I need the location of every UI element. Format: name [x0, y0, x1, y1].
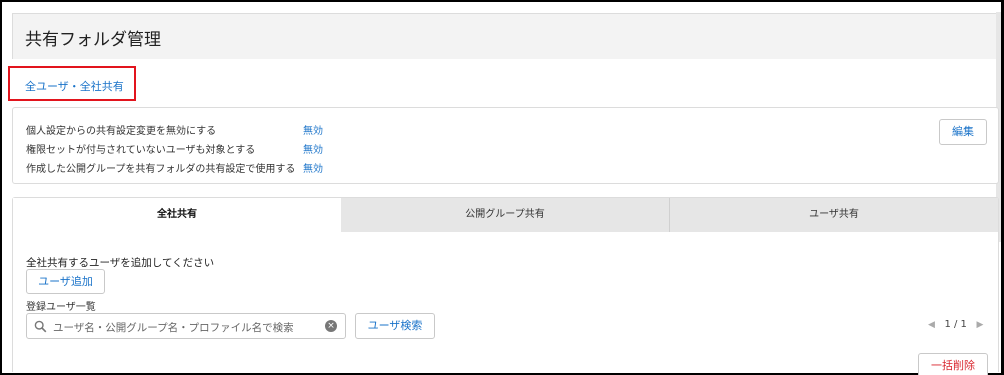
- instruction-text: 全社共有するユーザを追加してください: [26, 257, 215, 269]
- add-user-button[interactable]: ユーザ追加: [26, 269, 105, 294]
- page-header: 共有フォルダ管理: [12, 13, 999, 59]
- edit-button[interactable]: 編集: [939, 119, 987, 145]
- tab-public-group-share[interactable]: 公開グループ共有: [341, 198, 669, 232]
- tab-bar: 全社共有 公開グループ共有 ユーザ共有: [13, 198, 998, 232]
- registered-users-label: 登録ユーザ一覧: [26, 302, 96, 313]
- chevron-left-icon[interactable]: ◀: [928, 320, 935, 330]
- user-search-button[interactable]: ユーザ検索: [355, 313, 435, 339]
- bulk-delete-button[interactable]: 一括削除: [918, 353, 988, 375]
- search-placeholder: ユーザ名・公開グループ名・プロファイル名で検索: [53, 322, 294, 334]
- page-title: 共有フォルダ管理: [25, 30, 161, 50]
- setting-value-no-permission-set: 無効: [303, 145, 323, 156]
- tab-user-share[interactable]: ユーザ共有: [669, 198, 998, 232]
- pagination: ◀ 1 / 1 ▶: [928, 319, 983, 330]
- setting-label-no-permission-set: 権限セットが付与されていないユーザも対象とする: [26, 145, 256, 156]
- setting-label-disable-personal: 個人設定からの共有設定変更を無効にする: [26, 126, 217, 137]
- window-frame: 共有フォルダ管理 全ユーザ・全社共有 個人設定からの共有設定変更を無効にする 無…: [0, 0, 1004, 375]
- page-indicator: 1 / 1: [944, 319, 967, 330]
- search-input[interactable]: ユーザ名・公開グループ名・プロファイル名で検索 ×: [26, 313, 346, 339]
- settings-card: 個人設定からの共有設定変更を無効にする 無効 権限セットが付与されていないユーザ…: [12, 107, 999, 184]
- tab-company-share[interactable]: 全社共有: [13, 198, 341, 232]
- search-icon: [34, 320, 47, 333]
- setting-value-public-group: 無効: [303, 164, 323, 175]
- setting-value-disable-personal: 無効: [303, 126, 323, 137]
- setting-label-public-group: 作成した公開グループを共有フォルダの共有設定で使用する: [26, 164, 296, 175]
- sharing-panel: 全社共有 公開グループ共有 ユーザ共有 全社共有するユーザを追加してください ユ…: [12, 197, 999, 375]
- chevron-right-icon[interactable]: ▶: [976, 320, 983, 330]
- clear-icon[interactable]: ×: [325, 320, 337, 332]
- all-users-link[interactable]: 全ユーザ・全社共有: [25, 78, 124, 94]
- highlight-box: 全ユーザ・全社共有: [8, 66, 136, 101]
